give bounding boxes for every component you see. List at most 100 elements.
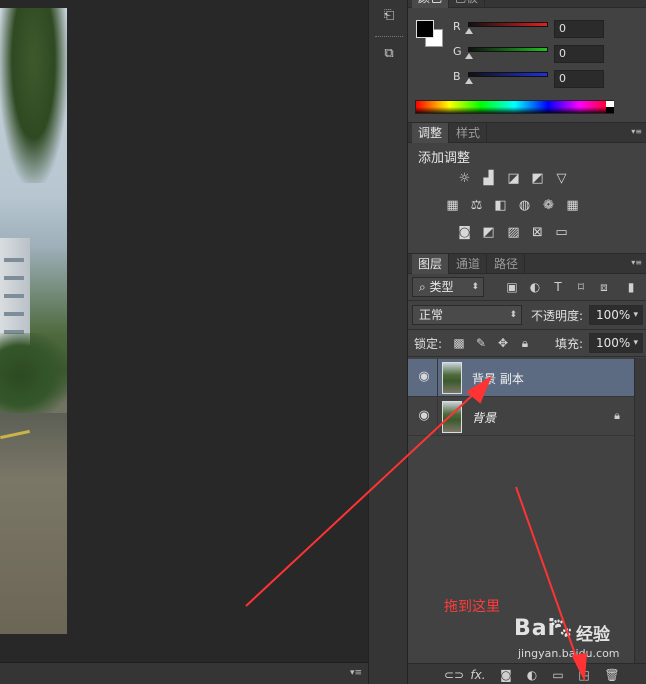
fill-input[interactable]: 100% ▾ <box>589 333 643 353</box>
channel-r-input[interactable]: 0 <box>554 20 604 38</box>
chevron-down-icon[interactable]: ▾ <box>633 334 638 352</box>
tab-paths[interactable]: 路径 <box>488 254 526 274</box>
channel-r-knob[interactable] <box>465 28 473 34</box>
layer-row-background-copy[interactable]: ◉ 背景 副本 <box>408 359 634 397</box>
filter-search-icon: ⌕ <box>419 280 430 294</box>
channel-b-input[interactable]: 0 <box>554 70 604 88</box>
invert-icon[interactable]: ◙ <box>456 225 473 240</box>
black-white-swatch[interactable] <box>606 101 614 113</box>
paw-icon: 🐾︎ <box>549 616 575 640</box>
threshold-icon[interactable]: ▨ <box>505 225 522 240</box>
tab-swatches[interactable]: 色板 <box>448 0 486 8</box>
new-group-icon[interactable]: ▭ <box>550 667 566 683</box>
layers-panel-menu-icon[interactable]: ▾≡ <box>631 258 642 267</box>
panel-dock-strip: ⎗ ⧉ <box>368 0 408 684</box>
layers-footer: ⊂⊃ fx. ◙ ◐ ▭ ◲ 🗑︎ <box>408 663 646 684</box>
blend-mode-value: 正常 <box>419 308 444 322</box>
channel-b-slider[interactable] <box>468 72 548 77</box>
filter-type-icon[interactable]: T <box>550 280 566 294</box>
channel-g-input[interactable]: 0 <box>554 45 604 63</box>
tab-color[interactable]: 颜色 <box>412 0 450 8</box>
fill-label: 填充: <box>555 337 584 351</box>
layers-panel: 图层 通道 路径 ▾≡ ⌕ 类型 ⬍ ▣ ◐ T ⌑ ⧈ ▮ 正常 ⬍ 不透明度… <box>408 253 646 684</box>
curves-icon[interactable]: ◪ <box>505 171 522 186</box>
layer-thumbnail <box>442 401 462 433</box>
history-icon[interactable]: ⎗ <box>377 4 401 28</box>
channel-r-label: R <box>453 20 461 33</box>
adjust-title: 添加调整 <box>418 151 471 166</box>
channel-b-knob[interactable] <box>465 78 473 84</box>
filter-shape-icon[interactable]: ⌑ <box>573 280 589 294</box>
photo-filter-icon[interactable]: ◍ <box>516 198 533 213</box>
opacity-label: 不透明度: <box>531 309 584 323</box>
link-layers-icon[interactable]: ⊂⊃ <box>444 667 464 683</box>
visibility-eye-icon[interactable]: ◉ <box>416 408 432 424</box>
baidu-watermark: Bai 🐾︎ 经验 jingyan.baidu.com <box>508 614 644 668</box>
selective-color-icon[interactable]: ⊠ <box>529 225 546 240</box>
tab-channels[interactable]: 通道 <box>450 254 488 274</box>
adjustments-panel: 调整 样式 ▾≡ 添加调整 ☼ ▟ ◪ ◩ ▽ ▦ ⚖ ◧ ◍ ❁ ▦ ◙ ◩ … <box>408 122 646 252</box>
tab-adjustments[interactable]: 调整 <box>412 123 450 143</box>
right-panels: 颜色 色板 R 0 G 0 B 0 调整 样式 ▾≡ 添加调整 ☼ ▟ ◪ ◩ <box>408 0 646 684</box>
chevron-updown-icon: ⬍ <box>509 310 517 320</box>
lock-position-icon[interactable]: ✥ <box>496 336 510 350</box>
channel-g-slider[interactable] <box>468 47 548 52</box>
opacity-value: 100% <box>596 308 631 322</box>
layer-filter-select[interactable]: ⌕ 类型 ⬍ <box>412 277 484 297</box>
tab-styles[interactable]: 样式 <box>450 123 488 143</box>
filter-toggle-switch[interactable]: ▮ <box>620 280 642 294</box>
chevron-down-icon[interactable]: ▾ <box>633 306 638 324</box>
canvas-photo <box>0 8 67 634</box>
layer-name[interactable]: 背景 <box>472 409 496 426</box>
adjust-panel-menu-icon[interactable]: ▾≡ <box>631 127 642 136</box>
new-layer-icon[interactable]: ◲ <box>576 667 592 683</box>
layer-thumbnail <box>442 362 462 394</box>
layer-filter-value: 类型 <box>429 280 454 294</box>
channel-r-slider[interactable] <box>468 22 548 27</box>
vibrance-icon[interactable]: ▽ <box>553 171 570 186</box>
add-mask-icon[interactable]: ◙ <box>498 667 514 683</box>
brightness-icon[interactable]: ☼ <box>456 171 473 186</box>
filter-smart-object-icon[interactable]: ⧈ <box>596 280 612 294</box>
color-tabbar: 颜色 色板 <box>408 0 646 8</box>
channel-g-knob[interactable] <box>465 53 473 59</box>
lock-all-icon[interactable]: 🔒︎ <box>518 336 532 350</box>
status-bar: ▾≡ <box>0 662 368 684</box>
lock-image-icon[interactable]: ✎ <box>474 336 488 350</box>
foreground-color-swatch[interactable] <box>416 20 434 38</box>
exposure-icon[interactable]: ◩ <box>529 171 546 186</box>
3d-cube-icon[interactable]: ⧉ <box>377 42 401 66</box>
visibility-eye-icon[interactable]: ◉ <box>416 369 432 385</box>
levels-icon[interactable]: ▟ <box>480 171 497 186</box>
color-panel: 颜色 色板 R 0 G 0 B 0 <box>408 0 646 120</box>
channel-mixer-icon[interactable]: ❁ <box>540 198 557 213</box>
color-lookup-icon[interactable]: ▦ <box>564 198 581 213</box>
color-balance-icon[interactable]: ⚖ <box>468 198 485 213</box>
hue-saturation-icon[interactable]: ▦ <box>444 198 461 213</box>
adjust-tabbar: 调整 样式 ▾≡ <box>408 123 646 143</box>
dock-grip[interactable] <box>375 36 403 39</box>
layer-row-background[interactable]: ◉ 背景 🔒︎ <box>408 398 634 436</box>
chevron-updown-icon: ⬍ <box>471 282 479 292</box>
posterize-icon[interactable]: ◩ <box>480 225 497 240</box>
opacity-input[interactable]: 100% ▾ <box>589 305 643 325</box>
layers-tabbar: 图层 通道 路径 ▾≡ <box>408 254 646 274</box>
new-adjustment-layer-icon[interactable]: ◐ <box>524 667 540 683</box>
color-spectrum-bar[interactable] <box>415 100 614 114</box>
lock-transparent-icon[interactable]: ▩ <box>452 336 466 350</box>
black-white-icon[interactable]: ◧ <box>492 198 509 213</box>
blend-mode-select[interactable]: 正常 ⬍ <box>412 305 522 325</box>
lock-label: 锁定: <box>414 337 443 351</box>
tab-layers[interactable]: 图层 <box>412 254 450 274</box>
layer-lock-icon: 🔒︎ <box>614 409 620 422</box>
fx-icon[interactable]: fx. <box>470 667 486 683</box>
status-menu-icon[interactable]: ▾≡ <box>350 668 362 678</box>
filter-adjustment-icon[interactable]: ◐ <box>527 280 543 294</box>
layer-name[interactable]: 背景 副本 <box>472 370 524 387</box>
channel-b-label: B <box>453 70 461 83</box>
document-canvas[interactable] <box>0 0 350 662</box>
delete-layer-icon[interactable]: 🗑︎ <box>604 667 620 683</box>
annotation-text: 拖到这里 <box>444 599 500 615</box>
gradient-map-icon[interactable]: ▭ <box>553 225 570 240</box>
filter-pixel-icon[interactable]: ▣ <box>504 280 520 294</box>
